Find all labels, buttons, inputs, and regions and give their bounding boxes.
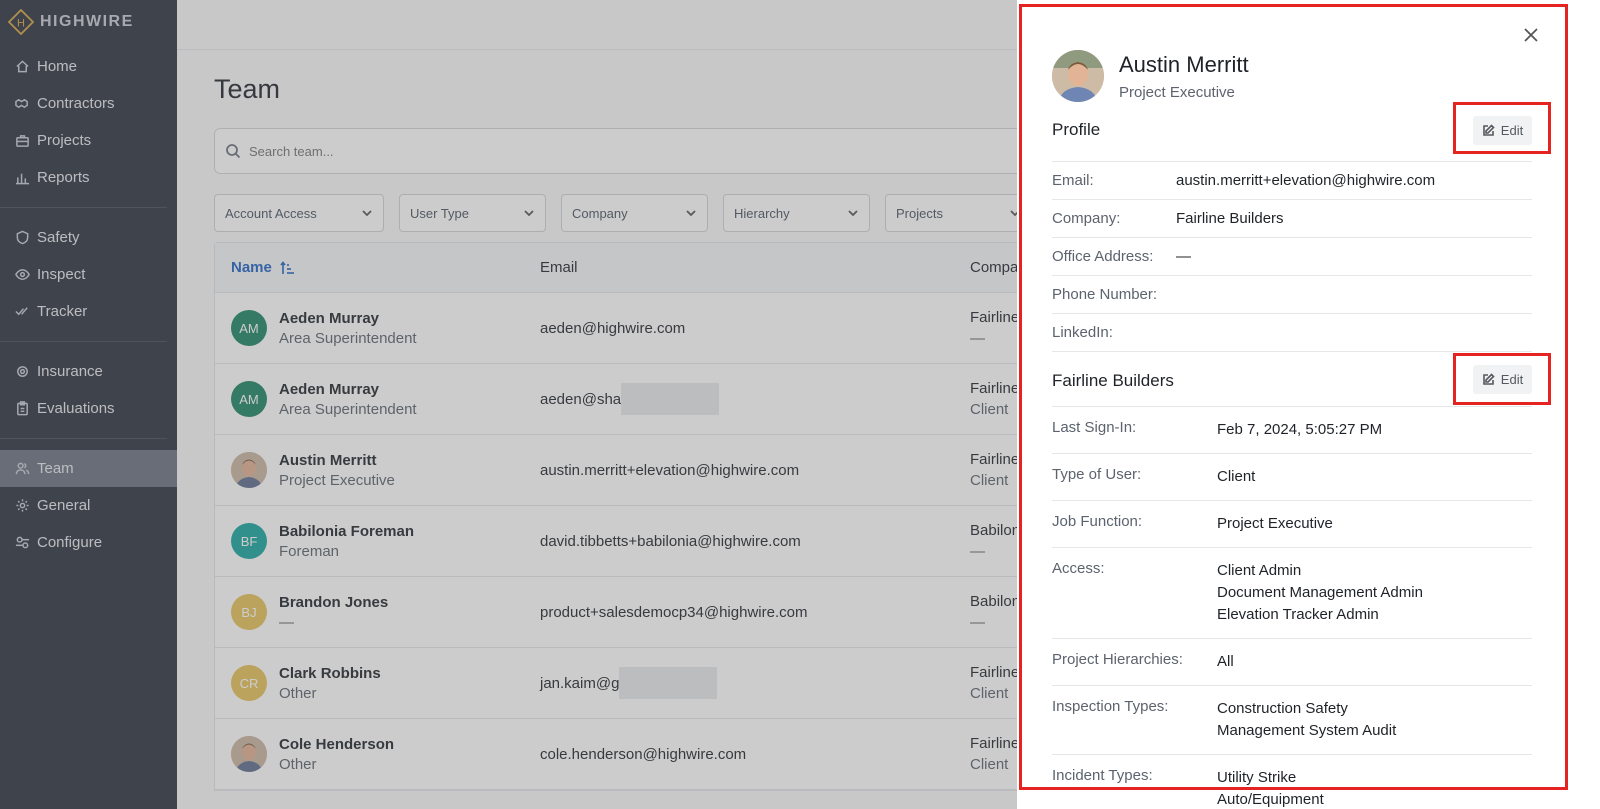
company-details: Last Sign-In: Feb 7, 2024, 5:05:27 PM Type… <box>1052 406 1532 809</box>
field-value: Auto/Equipment <box>1217 791 1324 808</box>
company-section-title: Fairline Builders <box>1052 371 1174 390</box>
highlight-box <box>1453 102 1551 154</box>
profile-details: Email: austin.merritt+elevation@highwire.… <box>1052 161 1532 352</box>
field-values: All <box>1217 651 1234 673</box>
field-values: Client Admin Document Management Admin Ele… <box>1217 560 1423 626</box>
profile-field: Phone Number: <box>1052 276 1532 314</box>
field-label: Inspection Types: <box>1052 698 1169 715</box>
user-name: Austin Merritt <box>1119 52 1249 77</box>
user-detail-drawer: Austin Merritt Project Executive Profile… <box>1017 0 1600 809</box>
field-value: Client Admin <box>1217 562 1302 579</box>
company-field: Inspection Types: Construction Safety Mana… <box>1052 686 1532 755</box>
field-label: Office Address: <box>1052 248 1154 265</box>
field-value: Project Executive <box>1217 515 1333 532</box>
avatar <box>1052 50 1104 102</box>
company-field: Project Hierarchies: All <box>1052 639 1532 686</box>
field-value: Client <box>1217 468 1256 485</box>
field-values: Project Executive <box>1217 513 1333 535</box>
field-label: Email: <box>1052 172 1094 189</box>
company-field: Incident Types: Utility Strike Auto/Equipm… <box>1052 755 1532 809</box>
modal-backdrop[interactable] <box>0 0 1017 809</box>
field-label: Company: <box>1052 210 1121 227</box>
field-value: Document Management Admin <box>1217 584 1423 601</box>
field-value: Utility Strike <box>1217 769 1297 786</box>
close-icon <box>1524 28 1538 42</box>
company-field: Job Function: Project Executive <box>1052 501 1532 548</box>
field-value: — <box>1176 248 1191 265</box>
field-value: Fairline Builders <box>1176 210 1284 227</box>
field-label: LinkedIn: <box>1052 324 1113 341</box>
field-label: Last Sign-In: <box>1052 419 1137 436</box>
profile-field: Office Address: — <box>1052 238 1532 276</box>
field-value: Feb 7, 2024, 5:05:27 PM <box>1217 421 1383 438</box>
close-button[interactable] <box>1522 26 1540 44</box>
field-values: Construction Safety Management System Aud… <box>1217 698 1396 742</box>
field-value: Elevation Tracker Admin <box>1217 606 1379 623</box>
field-label: Type of User: <box>1052 466 1142 483</box>
user-title: Project Executive <box>1119 84 1235 101</box>
profile-field: Company: Fairline Builders <box>1052 200 1532 238</box>
field-label: Project Hierarchies: <box>1052 651 1183 668</box>
field-value: Management System Audit <box>1217 722 1397 739</box>
highlight-box <box>1453 353 1551 405</box>
field-value: Construction Safety <box>1217 700 1348 717</box>
profile-section-title: Profile <box>1052 120 1101 139</box>
user-header: Austin Merritt Project Executive <box>1052 50 1249 102</box>
field-values: Utility StrikeAuto/EquipmentEquipment <box>1217 767 1324 809</box>
field-values: Feb 7, 2024, 5:05:27 PM <box>1217 419 1382 441</box>
field-value: All <box>1217 653 1234 670</box>
company-field: Type of User: Client <box>1052 454 1532 501</box>
field-label: Job Function: <box>1052 513 1143 530</box>
field-label: Incident Types: <box>1052 767 1153 784</box>
profile-field: Email: austin.merritt+elevation@highwire.… <box>1052 162 1532 200</box>
field-values: Client <box>1217 466 1255 488</box>
profile-field: LinkedIn: <box>1052 314 1532 352</box>
company-field: Access: Client Admin Document Management A… <box>1052 548 1532 639</box>
field-label: Phone Number: <box>1052 286 1158 303</box>
field-label: Access: <box>1052 560 1105 577</box>
company-field: Last Sign-In: Feb 7, 2024, 5:05:27 PM <box>1052 407 1532 454</box>
person-photo-icon <box>1052 50 1104 102</box>
field-value: austin.merritt+elevation@highwire.com <box>1176 172 1436 189</box>
